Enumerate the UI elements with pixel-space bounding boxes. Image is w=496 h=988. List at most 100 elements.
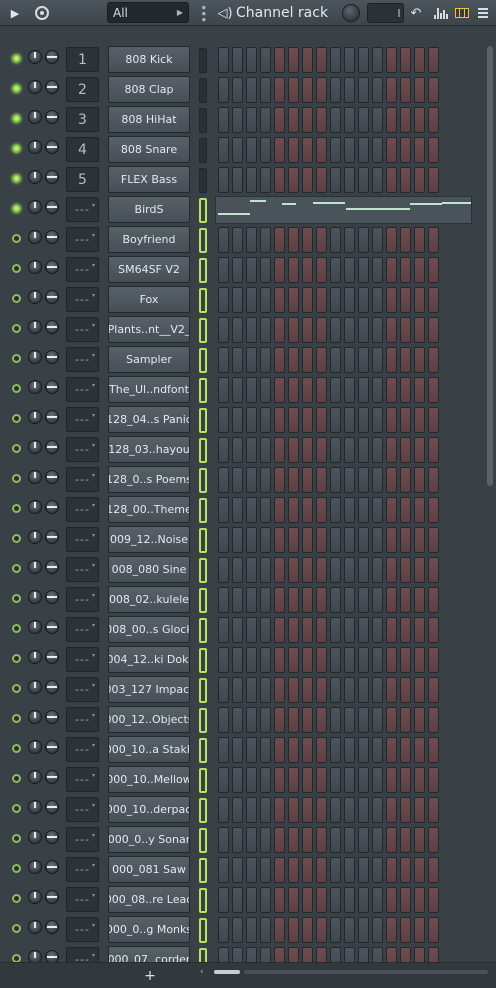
step-button[interactable] bbox=[428, 257, 439, 283]
step-button[interactable] bbox=[400, 287, 411, 313]
volume-knob[interactable] bbox=[28, 830, 42, 844]
step-button[interactable] bbox=[260, 437, 271, 463]
pan-knob[interactable] bbox=[45, 260, 59, 274]
step-button[interactable] bbox=[386, 227, 397, 253]
step-button[interactable] bbox=[372, 47, 383, 73]
step-button[interactable] bbox=[344, 527, 355, 553]
step-button[interactable] bbox=[358, 917, 369, 943]
step-button[interactable] bbox=[302, 767, 313, 793]
step-button[interactable] bbox=[260, 647, 271, 673]
scroll-left-icon[interactable]: ‹ bbox=[200, 967, 204, 977]
mute-led[interactable] bbox=[12, 354, 21, 363]
channel-name-button[interactable]: SM64SF V2 bbox=[108, 256, 190, 283]
step-button[interactable] bbox=[386, 47, 397, 73]
step-button[interactable] bbox=[288, 737, 299, 763]
step-button[interactable] bbox=[386, 707, 397, 733]
step-button[interactable] bbox=[246, 677, 257, 703]
step-button[interactable] bbox=[288, 377, 299, 403]
step-button[interactable] bbox=[358, 737, 369, 763]
step-button[interactable] bbox=[372, 77, 383, 103]
step-button[interactable] bbox=[344, 167, 355, 193]
step-button[interactable] bbox=[218, 587, 229, 613]
step-button[interactable] bbox=[232, 797, 243, 823]
step-button[interactable] bbox=[414, 557, 425, 583]
pan-knob[interactable] bbox=[45, 620, 59, 634]
step-button[interactable] bbox=[302, 797, 313, 823]
step-button[interactable] bbox=[288, 587, 299, 613]
step-button[interactable] bbox=[302, 827, 313, 853]
step-button[interactable] bbox=[428, 737, 439, 763]
step-button[interactable] bbox=[358, 767, 369, 793]
step-button[interactable] bbox=[232, 467, 243, 493]
step-button[interactable] bbox=[372, 917, 383, 943]
mute-led[interactable] bbox=[12, 924, 21, 933]
swing-display[interactable] bbox=[367, 3, 404, 23]
step-button[interactable] bbox=[358, 167, 369, 193]
mixer-track-number[interactable]: --- ▾ bbox=[66, 797, 99, 822]
step-button[interactable] bbox=[414, 827, 425, 853]
step-button[interactable] bbox=[302, 467, 313, 493]
mute-led[interactable] bbox=[12, 594, 21, 603]
step-button[interactable] bbox=[274, 917, 285, 943]
channel-name-button[interactable]: 000_10..Mellow bbox=[108, 766, 190, 793]
channel-select-toggle[interactable] bbox=[199, 648, 207, 673]
mute-led[interactable] bbox=[12, 504, 21, 513]
volume-knob[interactable] bbox=[28, 440, 42, 454]
step-button[interactable] bbox=[400, 917, 411, 943]
volume-knob[interactable] bbox=[28, 500, 42, 514]
step-button[interactable] bbox=[302, 617, 313, 643]
mixer-track-number[interactable]: --- ▾ bbox=[66, 467, 99, 492]
step-button[interactable] bbox=[232, 677, 243, 703]
step-button[interactable] bbox=[260, 707, 271, 733]
mixer-track-number[interactable]: --- ▾ bbox=[66, 917, 99, 942]
step-button[interactable] bbox=[218, 767, 229, 793]
mute-led[interactable] bbox=[12, 54, 21, 63]
horizontal-scroll-track[interactable] bbox=[244, 970, 488, 974]
mixer-track-number[interactable]: --- ▾ bbox=[66, 407, 99, 432]
channel-name-button[interactable]: 128_04..s Panic bbox=[108, 406, 190, 433]
step-button[interactable] bbox=[246, 287, 257, 313]
step-button[interactable] bbox=[386, 107, 397, 133]
channel-row[interactable]: --- ▾ 008_080 Sine bbox=[0, 556, 496, 586]
mute-led[interactable] bbox=[12, 564, 21, 573]
step-button[interactable] bbox=[246, 77, 257, 103]
step-button[interactable] bbox=[232, 377, 243, 403]
step-button[interactable] bbox=[274, 347, 285, 373]
step-button[interactable] bbox=[246, 137, 257, 163]
channel-row[interactable]: --- ▾ 004_12..ki Doki bbox=[0, 646, 496, 676]
step-button[interactable] bbox=[330, 377, 341, 403]
step-button[interactable] bbox=[330, 737, 341, 763]
mute-led[interactable] bbox=[12, 624, 21, 633]
step-button[interactable] bbox=[218, 617, 229, 643]
step-button[interactable] bbox=[246, 737, 257, 763]
step-button[interactable] bbox=[344, 707, 355, 733]
volume-knob[interactable] bbox=[28, 920, 42, 934]
step-button[interactable] bbox=[218, 317, 229, 343]
channel-name-button[interactable]: 008_080 Sine bbox=[108, 556, 190, 583]
mixer-track-number[interactable]: --- ▾ bbox=[66, 857, 99, 882]
step-button[interactable] bbox=[316, 917, 327, 943]
mute-led[interactable] bbox=[12, 414, 21, 423]
step-button[interactable] bbox=[274, 317, 285, 343]
step-button[interactable] bbox=[386, 527, 397, 553]
step-button[interactable] bbox=[414, 407, 425, 433]
step-button[interactable] bbox=[288, 437, 299, 463]
step-button[interactable] bbox=[218, 347, 229, 373]
mixer-track-number[interactable]: --- ▾ bbox=[66, 287, 99, 312]
step-button[interactable] bbox=[260, 557, 271, 583]
step-button[interactable] bbox=[330, 167, 341, 193]
step-button[interactable] bbox=[274, 767, 285, 793]
step-button[interactable] bbox=[288, 707, 299, 733]
step-button[interactable] bbox=[386, 137, 397, 163]
step-button[interactable] bbox=[358, 707, 369, 733]
volume-knob[interactable] bbox=[28, 530, 42, 544]
step-button[interactable] bbox=[344, 497, 355, 523]
mute-led[interactable] bbox=[12, 654, 21, 663]
step-button[interactable] bbox=[274, 857, 285, 883]
step-button[interactable] bbox=[260, 257, 271, 283]
speaker-icon[interactable]: ◁) bbox=[216, 0, 234, 26]
step-button[interactable] bbox=[246, 617, 257, 643]
step-button[interactable] bbox=[386, 827, 397, 853]
channel-select-toggle[interactable] bbox=[199, 498, 207, 523]
step-button[interactable] bbox=[218, 527, 229, 553]
